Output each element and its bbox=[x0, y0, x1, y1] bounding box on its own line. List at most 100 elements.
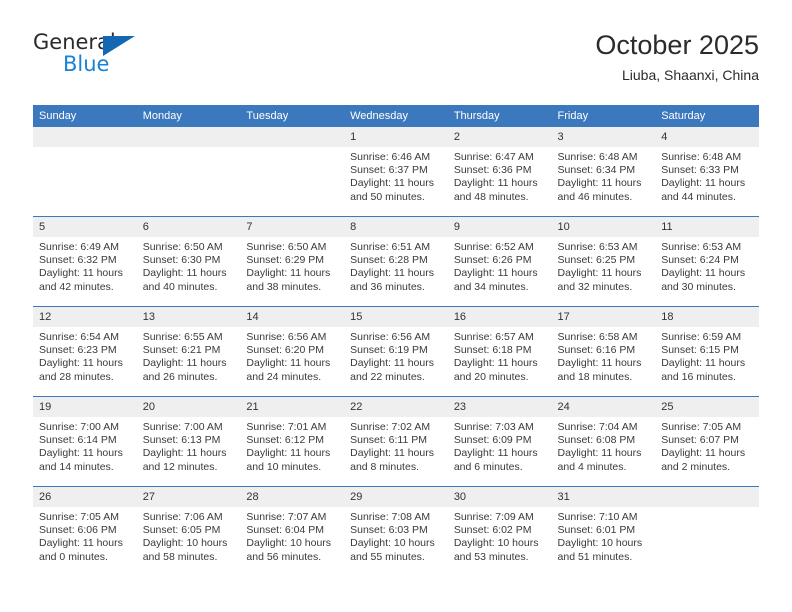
daylight-duration: Daylight: 11 hours bbox=[350, 447, 434, 460]
calendar-day-cell[interactable]: 31 Sunrise: 7:10 AM Sunset: 6:01 PM Dayligh… bbox=[551, 486, 656, 576]
calendar-day-cell-inner: 18 Sunrise: 6:59 AM Sunset: 6:15 PM Dayligh… bbox=[655, 307, 759, 396]
calendar-day-cell[interactable]: 26 Sunrise: 7:05 AM Sunset: 6:06 PM Dayligh… bbox=[33, 486, 137, 576]
daylight-duration: Daylight: 11 hours bbox=[557, 447, 642, 460]
daylight-duration: and 51 minutes. bbox=[557, 550, 633, 563]
calendar-day-number: 28 bbox=[240, 487, 345, 507]
daylight-duration: Daylight: 11 hours bbox=[39, 537, 123, 550]
sun-times-details: Sunrise: 7:05 AM Sunset: 6:06 PM Daylight:… bbox=[33, 507, 137, 564]
sunrise-time: Sunrise: 6:50 AM bbox=[246, 241, 327, 253]
sun-times-details: Sunrise: 6:58 AM Sunset: 6:16 PM Daylight:… bbox=[552, 327, 656, 384]
calendar-day-cell-inner: 21 Sunrise: 7:01 AM Sunset: 6:12 PM Dayligh… bbox=[240, 397, 345, 486]
sunrise-time: Sunrise: 7:05 AM bbox=[39, 511, 119, 523]
daylight-duration: Daylight: 10 hours bbox=[557, 537, 643, 550]
calendar-day-cell[interactable]: 7 Sunrise: 6:50 AM Sunset: 6:29 PM Daylight… bbox=[240, 216, 345, 307]
daylight-duration: and 6 minutes. bbox=[453, 460, 523, 473]
calendar-day-cell-inner: 10 Sunrise: 6:53 AM Sunset: 6:25 PM Dayligh… bbox=[551, 217, 656, 306]
calendar-day-cell[interactable]: 19 Sunrise: 7:00 AM Sunset: 6:14 PM Dayligh… bbox=[33, 396, 137, 487]
calendar-day-cell-inner: 3 Sunrise: 6:48 AM Sunset: 6:34 PM Daylight… bbox=[551, 127, 656, 216]
sun-times-details: Sunrise: 6:51 AM Sunset: 6:28 PM Daylight:… bbox=[344, 237, 448, 294]
sunset-time: Sunset: 6:04 PM bbox=[246, 524, 325, 537]
calendar-day-cell[interactable]: 3 Sunrise: 6:48 AM Sunset: 6:34 PM Daylight… bbox=[551, 127, 656, 217]
calendar-day-cell[interactable]: 20 Sunrise: 7:00 AM Sunset: 6:13 PM Dayligh… bbox=[136, 396, 241, 487]
calendar-day-cell[interactable]: 23 Sunrise: 7:03 AM Sunset: 6:09 PM Dayligh… bbox=[447, 396, 552, 487]
calendar-day-cell[interactable]: 4 Sunrise: 6:48 AM Sunset: 6:33 PM Daylight… bbox=[655, 127, 759, 217]
calendar-day-number: 14 bbox=[240, 307, 345, 327]
sunrise-time: Sunrise: 6:56 AM bbox=[246, 331, 327, 343]
daylight-duration: Daylight: 11 hours bbox=[661, 447, 746, 460]
sunrise-time: Sunrise: 6:56 AM bbox=[350, 331, 431, 343]
calendar-day-number: 12 bbox=[33, 307, 137, 327]
calendar-day-number: 22 bbox=[344, 397, 448, 417]
calendar-day-cell[interactable]: 29 Sunrise: 7:08 AM Sunset: 6:03 PM Dayligh… bbox=[344, 486, 448, 576]
calendar-day-cell-inner: 26 Sunrise: 7:05 AM Sunset: 6:06 PM Dayligh… bbox=[33, 487, 137, 576]
calendar-day-cell[interactable]: 1 Sunrise: 6:46 AM Sunset: 6:37 PM Daylight… bbox=[344, 127, 448, 217]
sunrise-time: Sunrise: 6:59 AM bbox=[661, 331, 742, 343]
calendar-day-cell[interactable]: 21 Sunrise: 7:01 AM Sunset: 6:12 PM Dayligh… bbox=[240, 396, 345, 487]
daylight-duration: and 14 minutes. bbox=[39, 460, 114, 473]
calendar-day-cell[interactable]: 28 Sunrise: 7:07 AM Sunset: 6:04 PM Dayligh… bbox=[240, 486, 345, 576]
sunrise-time: Sunrise: 6:52 AM bbox=[453, 241, 534, 253]
calendar-day-number: 24 bbox=[551, 397, 656, 417]
calendar-day-cell-inner: 8 Sunrise: 6:51 AM Sunset: 6:28 PM Daylight… bbox=[344, 217, 448, 306]
calendar-day-cell[interactable]: 5 Sunrise: 6:49 AM Sunset: 6:32 PM Daylight… bbox=[33, 216, 137, 307]
calendar-week-row: 5 Sunrise: 6:49 AM Sunset: 6:32 PM Daylight… bbox=[33, 216, 759, 307]
general-blue-logo[interactable]: General Blue bbox=[33, 28, 213, 84]
weekday-header-thursday: Thursday bbox=[447, 105, 552, 127]
calendar-day-cell-inner: 14 Sunrise: 6:56 AM Sunset: 6:20 PM Dayligh… bbox=[240, 307, 345, 396]
daylight-duration: Daylight: 11 hours bbox=[453, 177, 538, 190]
sunrise-time: Sunrise: 7:10 AM bbox=[557, 511, 638, 523]
calendar-day-cell[interactable]: 27 Sunrise: 7:06 AM Sunset: 6:05 PM Dayligh… bbox=[136, 486, 241, 576]
sun-times-details: Sunrise: 6:55 AM Sunset: 6:21 PM Daylight:… bbox=[137, 327, 241, 384]
daylight-duration: and 42 minutes. bbox=[39, 280, 114, 293]
calendar-day-cell[interactable]: 16 Sunrise: 6:57 AM Sunset: 6:18 PM Dayligh… bbox=[447, 306, 552, 397]
calendar-day-cell[interactable]: 10 Sunrise: 6:53 AM Sunset: 6:25 PM Dayligh… bbox=[551, 216, 656, 307]
calendar-day-cell[interactable]: 13 Sunrise: 6:55 AM Sunset: 6:21 PM Dayligh… bbox=[136, 306, 241, 397]
weekday-header-friday: Friday bbox=[551, 105, 656, 127]
sunset-time: Sunset: 6:32 PM bbox=[39, 254, 117, 267]
sunrise-time: Sunrise: 6:53 AM bbox=[557, 241, 638, 253]
calendar-day-number: 30 bbox=[447, 487, 552, 507]
weekday-header-monday: Monday bbox=[136, 105, 241, 127]
calendar-day-cell[interactable]: 14 Sunrise: 6:56 AM Sunset: 6:20 PM Dayligh… bbox=[240, 306, 345, 397]
daylight-duration: Daylight: 11 hours bbox=[39, 447, 123, 460]
sun-times-details: Sunrise: 7:09 AM Sunset: 6:02 PM Daylight:… bbox=[448, 507, 552, 564]
calendar-day-cell[interactable]: 11 Sunrise: 6:53 AM Sunset: 6:24 PM Dayligh… bbox=[655, 216, 759, 307]
daylight-duration: Daylight: 11 hours bbox=[557, 267, 642, 280]
calendar-day-number: 19 bbox=[33, 397, 137, 417]
daylight-duration: Daylight: 11 hours bbox=[246, 267, 331, 280]
calendar-day-cell[interactable]: 25 Sunrise: 7:05 AM Sunset: 6:07 PM Dayligh… bbox=[655, 396, 759, 487]
calendar-day-cell[interactable]: 8 Sunrise: 6:51 AM Sunset: 6:28 PM Daylight… bbox=[344, 216, 448, 307]
weekday-header-wednesday: Wednesday bbox=[344, 105, 448, 127]
daylight-duration: and 34 minutes. bbox=[453, 280, 529, 293]
calendar-day-cell[interactable]: 30 Sunrise: 7:09 AM Sunset: 6:02 PM Dayligh… bbox=[447, 486, 552, 576]
sunrise-time: Sunrise: 7:02 AM bbox=[350, 421, 431, 433]
daylight-duration: and 12 minutes. bbox=[142, 460, 218, 473]
calendar-day-cell[interactable]: 12 Sunrise: 6:54 AM Sunset: 6:23 PM Dayligh… bbox=[33, 306, 137, 397]
calendar-day-cell[interactable]: 18 Sunrise: 6:59 AM Sunset: 6:15 PM Dayligh… bbox=[655, 306, 759, 397]
calendar-day-number: 18 bbox=[655, 307, 759, 327]
sun-times-details: Sunrise: 6:57 AM Sunset: 6:18 PM Daylight:… bbox=[448, 327, 552, 384]
sunrise-time: Sunrise: 6:55 AM bbox=[142, 331, 223, 343]
daylight-duration: and 44 minutes. bbox=[661, 190, 736, 203]
calendar-day-number bbox=[240, 127, 345, 147]
daylight-duration: and 55 minutes. bbox=[350, 550, 425, 563]
calendar-day-cell[interactable]: 9 Sunrise: 6:52 AM Sunset: 6:26 PM Daylight… bbox=[447, 216, 552, 307]
calendar-day-cell-inner: 7 Sunrise: 6:50 AM Sunset: 6:29 PM Daylight… bbox=[240, 217, 345, 306]
sunset-time: Sunset: 6:18 PM bbox=[453, 344, 532, 357]
calendar-day-cell-empty bbox=[240, 127, 345, 217]
daylight-duration: and 38 minutes. bbox=[246, 280, 322, 293]
sunset-time: Sunset: 6:11 PM bbox=[350, 434, 427, 447]
calendar-day-cell[interactable]: 15 Sunrise: 6:56 AM Sunset: 6:19 PM Dayligh… bbox=[344, 306, 448, 397]
calendar-day-cell[interactable]: 17 Sunrise: 6:58 AM Sunset: 6:16 PM Dayligh… bbox=[551, 306, 656, 397]
calendar-day-cell[interactable]: 2 Sunrise: 6:47 AM Sunset: 6:36 PM Daylight… bbox=[447, 127, 552, 217]
sun-times-details: Sunrise: 7:01 AM Sunset: 6:12 PM Daylight:… bbox=[240, 417, 344, 474]
sunset-time: Sunset: 6:33 PM bbox=[661, 164, 739, 177]
daylight-duration: and 26 minutes. bbox=[142, 370, 218, 383]
calendar-day-cell[interactable]: 24 Sunrise: 7:04 AM Sunset: 6:08 PM Dayligh… bbox=[551, 396, 656, 487]
calendar-day-cell[interactable]: 22 Sunrise: 7:02 AM Sunset: 6:11 PM Dayligh… bbox=[344, 396, 448, 487]
calendar-day-cell[interactable]: 6 Sunrise: 6:50 AM Sunset: 6:30 PM Daylight… bbox=[136, 216, 241, 307]
calendar-day-number: 4 bbox=[655, 127, 759, 147]
daylight-duration: and 24 minutes. bbox=[246, 370, 322, 383]
sunset-time: Sunset: 6:05 PM bbox=[142, 524, 221, 537]
sunrise-time: Sunrise: 7:00 AM bbox=[142, 421, 223, 433]
